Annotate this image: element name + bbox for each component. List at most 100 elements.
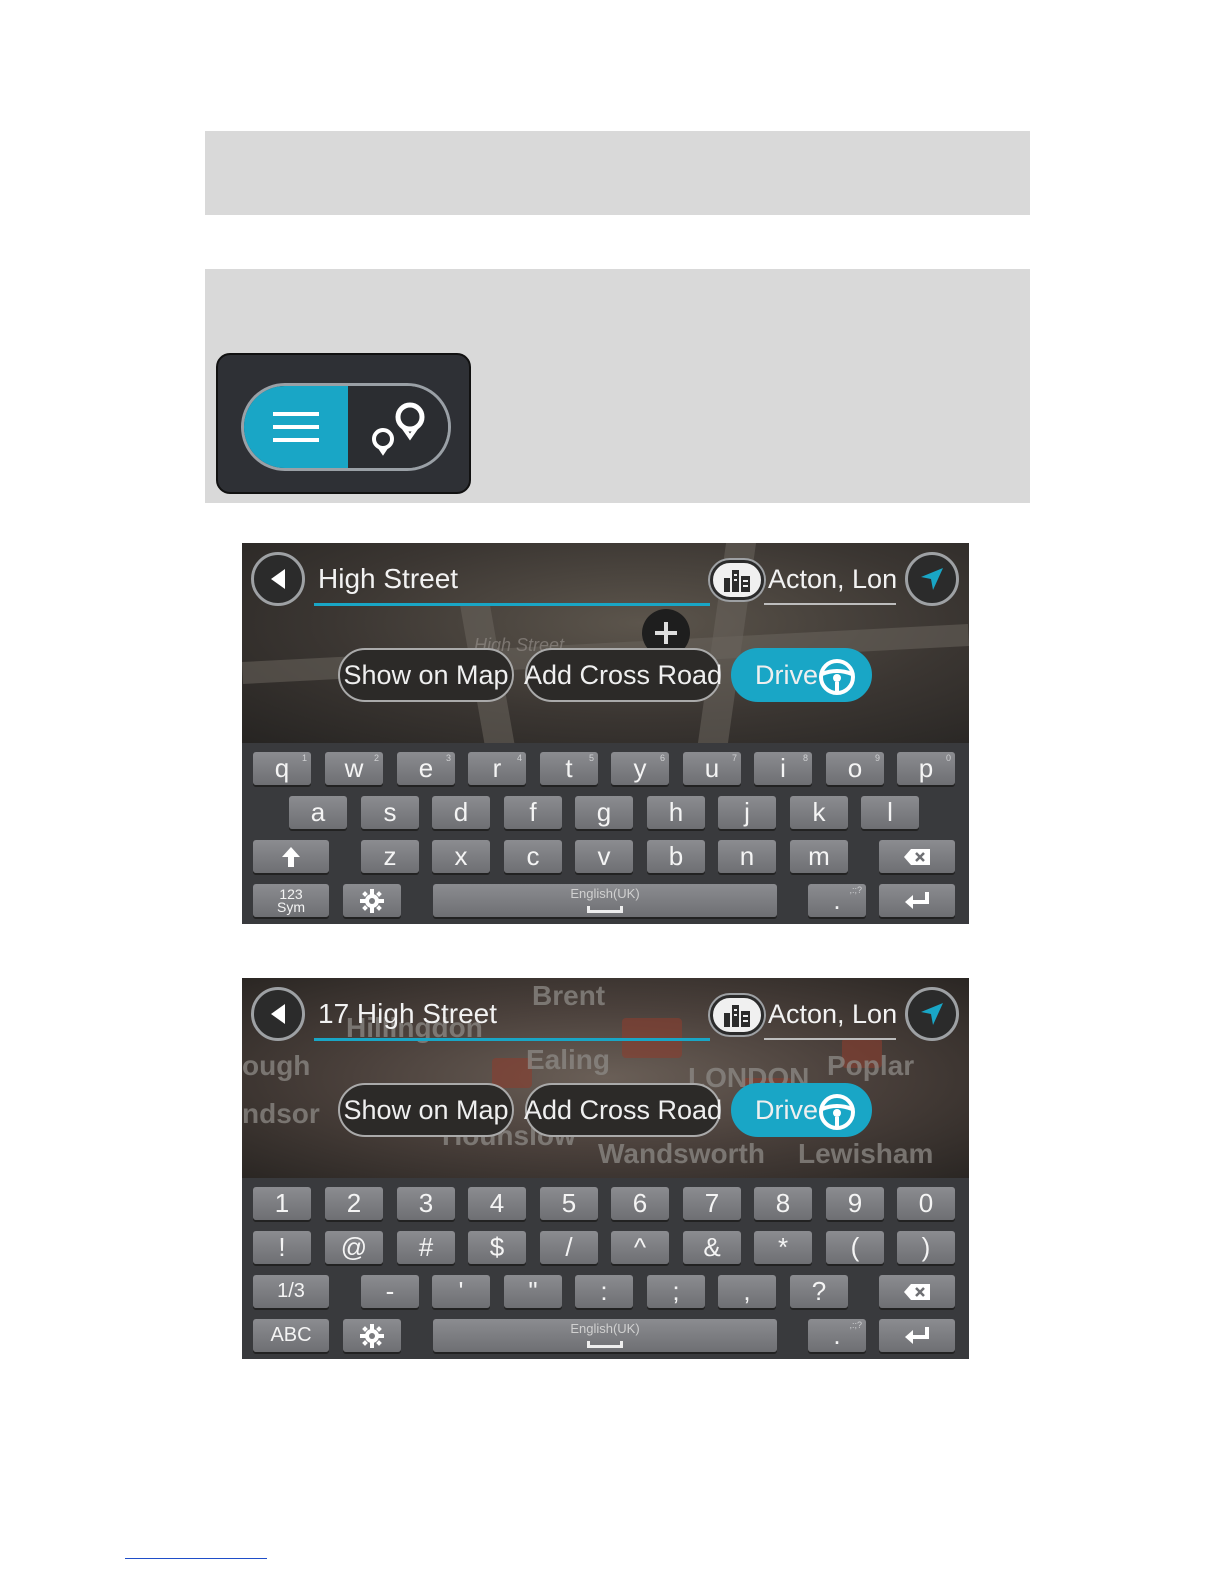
route-button[interactable] [348,386,448,468]
settings-key[interactable] [343,884,401,917]
location-input[interactable]: Acton, Londo [768,996,896,1032]
key-close-paren[interactable]: ) [897,1231,955,1264]
location-input-underline [764,1038,896,1040]
key-hash[interactable]: # [397,1231,455,1264]
gear-icon [360,1323,384,1348]
key-c[interactable]: c [504,840,562,873]
period-key[interactable]: .,:;? [808,1319,866,1352]
location-input-underline [764,603,896,605]
show-on-map-button[interactable]: Show on Map [338,1083,514,1137]
key-y[interactable]: y6 [611,752,669,785]
key-a[interactable]: a [289,796,347,829]
key-t[interactable]: t5 [540,752,598,785]
enter-key[interactable] [879,1319,955,1352]
back-button[interactable] [251,987,305,1041]
key-o[interactable]: o9 [826,752,884,785]
show-on-map-button[interactable]: Show on Map [338,648,514,702]
key-m[interactable]: m [790,840,848,873]
route-points-icon [372,402,425,456]
key-r[interactable]: r4 [468,752,526,785]
key-caret[interactable]: ^ [611,1231,669,1264]
map-label-poplar: Poplar [827,1050,915,1081]
key-at[interactable]: @ [325,1231,383,1264]
key-j[interactable]: j [718,796,776,829]
key-9[interactable]: 9 [826,1187,884,1220]
search-input[interactable]: High Street [318,561,708,597]
footnote-link-underline[interactable] [125,1558,267,1559]
key-colon[interactable]: : [575,1275,633,1308]
key-u[interactable]: u7 [683,752,741,785]
main-menu-button-frame [216,353,471,494]
symbols-mode-key[interactable]: 123 Sym [253,884,329,917]
key-apostrophe[interactable]: ' [432,1275,490,1308]
key-1[interactable]: 1 [253,1187,311,1220]
back-button[interactable] [251,552,305,606]
key-comma[interactable]: , [718,1275,776,1308]
key-x[interactable]: x [432,840,490,873]
navigation-arrow-icon [921,568,943,590]
add-cross-road-button[interactable]: Add Cross Road [524,1083,722,1137]
shift-key[interactable] [253,840,329,873]
period-key[interactable]: .,:;? [808,884,866,917]
key-s[interactable]: s [361,796,419,829]
drive-button[interactable]: Drive [731,648,872,702]
key-w[interactable]: w2 [325,752,383,785]
location-input[interactable]: Acton, Lond [768,561,896,597]
key-5[interactable]: 5 [540,1187,598,1220]
key-b[interactable]: b [647,840,705,873]
key-7[interactable]: 7 [683,1187,741,1220]
space-key[interactable]: English(UK) [433,1319,777,1352]
key-f[interactable]: f [504,796,562,829]
enter-key[interactable] [879,884,955,917]
add-cross-road-button[interactable]: Add Cross Road [524,648,722,702]
key-2[interactable]: 2 [325,1187,383,1220]
backspace-key[interactable] [879,1275,955,1308]
page-key[interactable]: 1/3 [253,1275,329,1308]
key-3[interactable]: 3 [397,1187,455,1220]
key-8[interactable]: 8 [754,1187,812,1220]
key-h[interactable]: h [647,796,705,829]
menu-lines-icon [273,412,319,442]
key-k[interactable]: k [790,796,848,829]
key-i[interactable]: i8 [754,752,812,785]
key-dash[interactable]: - [361,1275,419,1308]
key-q[interactable]: q1 [253,752,311,785]
key-n[interactable]: n [718,840,776,873]
key-p[interactable]: p0 [897,752,955,785]
key-quote[interactable]: " [504,1275,562,1308]
search-screen-numbers: Brent Hillingdon Ealing LONDON Poplar ou… [242,978,969,1359]
city-area-button[interactable] [710,995,764,1035]
drive-button[interactable]: Drive [731,1083,872,1137]
key-4[interactable]: 4 [468,1187,526,1220]
key-semicolon[interactable]: ; [647,1275,705,1308]
settings-key[interactable] [343,1319,401,1352]
main-menu-pill[interactable] [241,383,451,471]
key-question[interactable]: ? [790,1275,848,1308]
letters-mode-key[interactable]: ABC [253,1319,329,1352]
shift-arrow-icon [282,846,300,867]
key-l[interactable]: l [861,796,919,829]
main-menu-button[interactable] [244,386,348,468]
key-d[interactable]: d [432,796,490,829]
key-z[interactable]: z [361,840,419,873]
key-0[interactable]: 0 [897,1187,955,1220]
key-v[interactable]: v [575,840,633,873]
key-e[interactable]: e3 [397,752,455,785]
key-open-paren[interactable]: ( [826,1231,884,1264]
key-dollar[interactable]: $ [468,1231,526,1264]
backspace-key[interactable] [879,840,955,873]
map-label-ndsor: ndsor [242,1098,320,1129]
onscreen-keyboard-letters: q1 w2 e3 r4 t5 y6 u7 i8 o9 p0 a s d f g … [242,743,969,924]
key-ampersand[interactable]: & [683,1231,741,1264]
space-key[interactable]: English(UK) [433,884,777,917]
key-g[interactable]: g [575,796,633,829]
search-input[interactable]: 17 High Street [318,996,708,1032]
key-slash[interactable]: / [540,1231,598,1264]
current-location-button[interactable] [905,987,959,1041]
key-6[interactable]: 6 [611,1187,669,1220]
current-location-button[interactable] [905,552,959,606]
space-language-label: English(UK) [570,886,640,901]
key-exclamation[interactable]: ! [253,1231,311,1264]
city-area-button[interactable] [710,560,764,600]
key-asterisk[interactable]: * [754,1231,812,1264]
